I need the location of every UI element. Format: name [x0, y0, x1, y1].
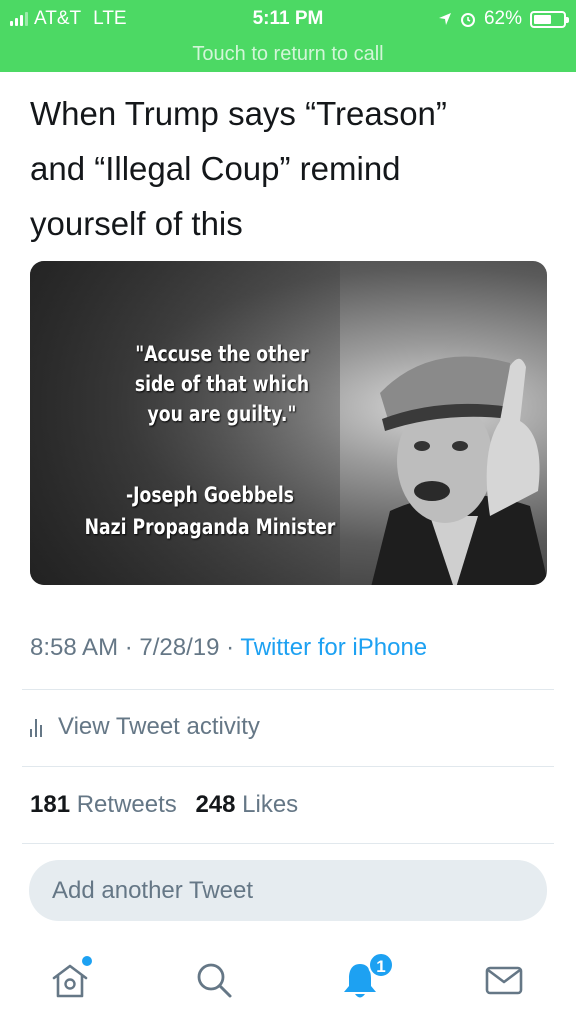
home-unread-dot: [82, 956, 92, 966]
tweet-stats: 181 Retweets 248 Likes: [30, 791, 298, 819]
tweet-image[interactable]: "Accuse the other side of that which you…: [30, 261, 547, 585]
man-pointing-photo: [371, 356, 547, 585]
bar-chart-icon: [30, 717, 42, 737]
tab-search[interactable]: [192, 958, 236, 1002]
tab-bar: 1: [0, 940, 576, 1024]
alarm-icon: [460, 13, 475, 27]
add-another-tweet-input[interactable]: Add another Tweet: [29, 860, 547, 921]
tab-home[interactable]: [48, 956, 92, 1002]
tweet-text-line: and “Illegal Coup” remind: [30, 150, 401, 187]
tweet-time: 8:58 AM: [30, 634, 119, 661]
status-bar: AT&T LTE 5:11 PM 62%: [0, 0, 576, 44]
battery-percent: 62%: [483, 8, 522, 29]
tweet-source-link[interactable]: Twitter for iPhone: [240, 634, 427, 661]
retweets-count: 181: [30, 791, 71, 818]
tweet-text: When Trump says “Treason” and “Illegal C…: [30, 86, 550, 251]
likes-count: 248: [195, 791, 236, 818]
tweet-text-line: When Trump says “Treason”: [30, 95, 447, 132]
tweet-date: 7/28/19: [139, 634, 220, 661]
divider: [22, 689, 554, 690]
retweets-link[interactable]: 181 Retweets: [30, 791, 177, 818]
view-tweet-activity-button[interactable]: View Tweet activity: [30, 713, 260, 741]
tab-messages[interactable]: [482, 958, 526, 1002]
divider: [22, 766, 554, 767]
location-arrow-icon: [438, 13, 451, 25]
search-icon: [197, 963, 232, 998]
status-indicators: 62%: [438, 8, 569, 30]
divider: [22, 843, 554, 844]
battery-icon: [530, 10, 569, 28]
tweet-text-line: yourself of this: [30, 205, 243, 242]
notifications-badge: 1: [368, 952, 394, 978]
view-tweet-activity-label: View Tweet activity: [58, 713, 260, 740]
return-to-call-banner[interactable]: Touch to return to call: [0, 44, 576, 72]
tab-notifications[interactable]: 1: [338, 952, 394, 1002]
tweet-meta: 8:58 AM · 7/28/19 · Twitter for iPhone: [30, 634, 428, 661]
battery-level: [534, 14, 552, 24]
likes-link[interactable]: 248 Likes: [195, 791, 298, 818]
mail-icon: [485, 966, 523, 995]
image-quote: "Accuse the other side of that which you…: [134, 342, 310, 426]
image-attribution: -Joseph Goebbels Nazi Propaganda Ministe…: [84, 483, 336, 539]
